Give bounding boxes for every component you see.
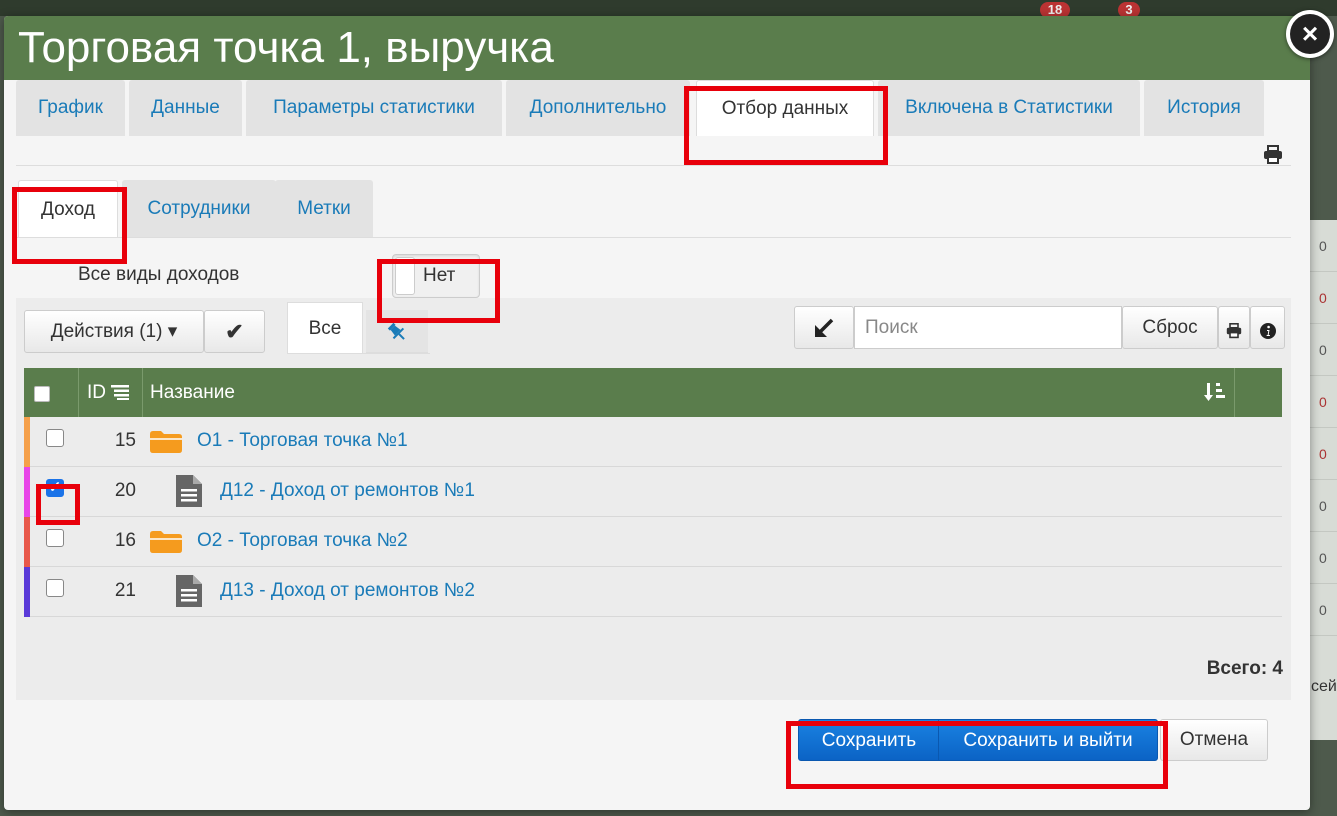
row-id: 15 bbox=[114, 430, 136, 451]
row-name-link[interactable]: Д12 - Доход от ремонтов №1 bbox=[220, 467, 475, 515]
select-all-column bbox=[24, 368, 79, 417]
row-color-marker bbox=[24, 417, 30, 467]
row-id: 21 bbox=[114, 580, 136, 601]
folder-icon bbox=[150, 431, 182, 453]
tab-grafik[interactable]: График bbox=[16, 80, 125, 136]
row-checkbox[interactable] bbox=[46, 579, 64, 597]
name-header-label: Название bbox=[150, 382, 235, 403]
grid-panel: Действия (1) ▾ ✔ Все Сброс bbox=[16, 298, 1291, 700]
background-row: 0 bbox=[1309, 480, 1337, 532]
arrow-down-left-icon bbox=[815, 318, 834, 337]
background-row: 0 bbox=[1309, 376, 1337, 428]
row-name-link[interactable]: Д13 - Доход от ремонтов №2 bbox=[220, 567, 475, 615]
sub-tab-bar: Доход Сотрудники Метки bbox=[16, 180, 1291, 238]
tab-otbor-dannyh[interactable]: Отбор данных bbox=[696, 80, 874, 136]
name-column-header[interactable]: Название bbox=[143, 368, 1235, 417]
row-id: 16 bbox=[114, 530, 136, 551]
row-name-link[interactable]: О2 - Торговая точка №2 bbox=[197, 517, 408, 565]
filter-pinned-tab[interactable] bbox=[366, 310, 428, 353]
info-button[interactable] bbox=[1250, 306, 1285, 349]
all-income-types-label: Все виды доходов bbox=[78, 264, 240, 285]
cancel-button[interactable]: Отмена bbox=[1160, 719, 1268, 761]
print-icon bbox=[1226, 322, 1242, 338]
background-tail-text: сей bbox=[1311, 678, 1337, 695]
background-row: 0 bbox=[1309, 324, 1337, 376]
background-row: 0 bbox=[1309, 584, 1337, 636]
toggle-knob bbox=[395, 257, 415, 295]
background-row: 0 bbox=[1309, 428, 1337, 480]
table-header: ID Название bbox=[24, 368, 1282, 417]
actions-label: Действия (1) bbox=[50, 321, 163, 342]
tab-parametry-statistiki[interactable]: Параметры статистики bbox=[246, 80, 502, 136]
document-icon bbox=[176, 575, 202, 607]
total-count: Всего: 4 bbox=[1206, 658, 1283, 679]
row-color-marker bbox=[24, 517, 30, 567]
table-row[interactable]: ✓ 20 Д12 - Доход от ремонтов №1 bbox=[24, 467, 1282, 517]
pin-icon bbox=[387, 322, 405, 340]
modal-title: Торговая точка 1, выручка bbox=[18, 23, 554, 72]
table-row[interactable]: 15 О1 - Торговая точка №1 bbox=[24, 417, 1282, 467]
print-icon[interactable] bbox=[1263, 145, 1283, 165]
background-row: 0 bbox=[1309, 532, 1337, 584]
actions-dropdown-button[interactable]: Действия (1) ▾ bbox=[24, 310, 204, 353]
close-button[interactable]: × bbox=[1286, 10, 1334, 58]
tab-dopolnitelno[interactable]: Дополнительно bbox=[506, 80, 690, 136]
id-column-header[interactable]: ID bbox=[79, 368, 143, 417]
search-input[interactable] bbox=[854, 306, 1122, 349]
main-tab-bar: График Данные Параметры статистики Допол… bbox=[16, 80, 1291, 166]
info-icon bbox=[1259, 322, 1276, 339]
filter-all-tab[interactable]: Все bbox=[287, 302, 363, 353]
id-header-label: ID bbox=[87, 382, 106, 403]
caret-down-icon: ▾ bbox=[167, 321, 178, 342]
row-checkbox[interactable] bbox=[46, 429, 64, 447]
check-icon: ✔ bbox=[225, 319, 244, 344]
sort-lines-icon bbox=[111, 385, 130, 400]
row-id: 20 bbox=[114, 480, 136, 501]
row-checkbox[interactable] bbox=[46, 529, 64, 547]
background-row: 0 bbox=[1309, 272, 1337, 324]
background-side-list: 0 0 0 0 0 0 0 0 сей bbox=[1309, 220, 1337, 740]
subtab-sotrudniki[interactable]: Сотрудники bbox=[122, 180, 276, 237]
row-color-marker bbox=[24, 567, 30, 617]
save-button[interactable]: Сохранить bbox=[798, 719, 940, 761]
all-income-types-toggle[interactable]: Нет bbox=[392, 254, 480, 298]
row-color-marker bbox=[24, 467, 30, 517]
reset-button[interactable]: Сброс bbox=[1122, 306, 1218, 349]
segment-divider bbox=[287, 353, 430, 354]
print-table-button[interactable] bbox=[1218, 306, 1250, 349]
background-row: 0 bbox=[1309, 220, 1337, 272]
row-name-link[interactable]: О1 - Торговая точка №1 bbox=[197, 417, 408, 465]
toggle-value: Нет bbox=[423, 265, 456, 286]
folder-icon bbox=[150, 531, 182, 553]
document-icon bbox=[176, 475, 202, 507]
modal-header: Торговая точка 1, выручка bbox=[4, 16, 1310, 80]
tab-dannye[interactable]: Данные bbox=[129, 80, 242, 136]
select-all-checkbox[interactable] bbox=[34, 386, 50, 402]
tab-vklyuchena-v-statistiki[interactable]: Включена в Статистики bbox=[878, 80, 1140, 136]
tab-istoriya[interactable]: История bbox=[1144, 80, 1264, 136]
apply-check-button[interactable]: ✔ bbox=[204, 310, 265, 353]
subtab-dohod[interactable]: Доход bbox=[18, 180, 118, 237]
table-row[interactable]: 16 О2 - Торговая точка №2 bbox=[24, 517, 1282, 567]
table-row[interactable]: 21 Д13 - Доход от ремонтов №2 bbox=[24, 567, 1282, 617]
sort-ascending-icon bbox=[1204, 383, 1225, 401]
subtab-metki[interactable]: Метки bbox=[275, 180, 373, 237]
save-and-exit-button[interactable]: Сохранить и выйти bbox=[938, 719, 1158, 761]
collapse-arrow-button[interactable] bbox=[794, 306, 854, 349]
close-icon: × bbox=[1290, 14, 1330, 54]
row-checkbox[interactable]: ✓ bbox=[46, 479, 64, 497]
